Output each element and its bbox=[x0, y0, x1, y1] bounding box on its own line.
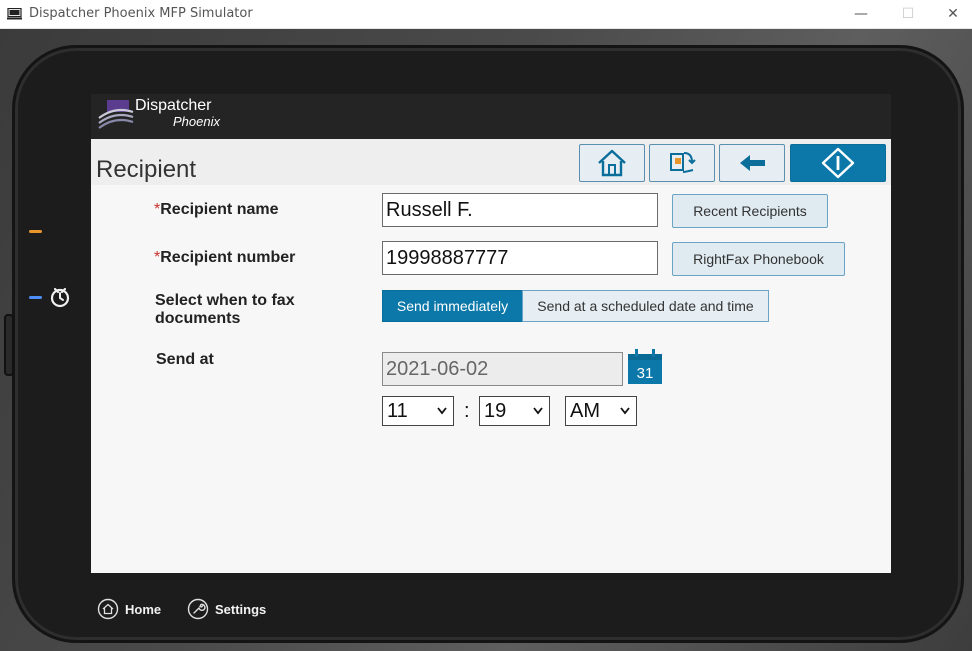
chevron-down-icon bbox=[620, 407, 630, 415]
window-title: Dispatcher Phoenix MFP Simulator bbox=[29, 6, 253, 21]
power-save-icon[interactable] bbox=[49, 286, 71, 308]
rightfax-phonebook-button[interactable]: RightFax Phonebook bbox=[672, 242, 845, 276]
swap-document-button[interactable] bbox=[649, 144, 715, 182]
device-settings-label: Settings bbox=[215, 601, 267, 617]
time-separator: : bbox=[464, 400, 470, 422]
recipient-name-label: *Recipient name bbox=[154, 201, 279, 219]
send-scheduled-option[interactable]: Send at a scheduled date and time bbox=[522, 290, 769, 322]
send-immediately-option[interactable]: Send immediately bbox=[382, 290, 523, 322]
recent-recipients-button[interactable]: Recent Recipients bbox=[672, 194, 828, 228]
status-led-orange bbox=[29, 230, 42, 233]
home-icon bbox=[598, 149, 626, 177]
minute-value: 19 bbox=[484, 400, 507, 422]
brand-name: Dispatcher bbox=[135, 97, 212, 114]
minimize-button[interactable]: — bbox=[851, 4, 871, 24]
hour-value: 11 bbox=[387, 400, 408, 422]
device-home-label: Home bbox=[125, 601, 162, 617]
back-button[interactable] bbox=[719, 144, 785, 182]
recipient-number-label: *Recipient number bbox=[154, 249, 295, 267]
send-at-label: Send at bbox=[156, 351, 214, 368]
recipient-name-input[interactable]: Russell F. bbox=[382, 193, 658, 227]
device-home-button[interactable]: Home bbox=[97, 598, 161, 620]
send-date-input[interactable]: 2021-06-02 bbox=[382, 352, 623, 386]
recipient-name-label-text: Recipient name bbox=[160, 201, 279, 218]
monitor-icon bbox=[7, 8, 22, 20]
calendar-icon[interactable]: 31 bbox=[627, 349, 663, 385]
chevron-down-icon bbox=[437, 407, 447, 415]
maximize-button[interactable]: ☐ bbox=[898, 4, 918, 24]
back-arrow-icon bbox=[740, 155, 765, 171]
minute-select[interactable]: 19 bbox=[479, 396, 550, 426]
swap-document-icon bbox=[670, 152, 696, 173]
home-icon bbox=[97, 598, 119, 620]
page-title: Recipient bbox=[96, 156, 197, 183]
hour-select[interactable]: 11 bbox=[382, 396, 454, 426]
start-icon bbox=[821, 147, 855, 179]
wrench-icon bbox=[187, 598, 209, 620]
device-screen: Dispatcher Phoenix Recipient *Recipient … bbox=[91, 94, 891, 573]
send-when-label: Select when to fax documents bbox=[155, 292, 295, 327]
chevron-down-icon bbox=[533, 407, 543, 415]
close-button[interactable]: ✕ bbox=[943, 4, 963, 24]
start-button[interactable] bbox=[790, 144, 886, 182]
app-header: Dispatcher Phoenix bbox=[91, 94, 891, 139]
title-band: Recipient bbox=[91, 139, 891, 185]
status-led-blue bbox=[29, 296, 42, 299]
window-titlebar: Dispatcher Phoenix MFP Simulator — ☐ ✕ bbox=[0, 0, 972, 29]
ampm-select[interactable]: AM bbox=[565, 396, 637, 426]
dispatcher-logo-icon bbox=[98, 100, 134, 129]
device-settings-button[interactable]: Settings bbox=[187, 598, 266, 620]
ampm-value: AM bbox=[570, 400, 600, 422]
recipient-number-input[interactable]: 19998887777 bbox=[382, 241, 658, 275]
device-side-button bbox=[4, 314, 14, 376]
calendar-day: 31 bbox=[637, 365, 654, 382]
brand-subname: Phoenix bbox=[173, 114, 220, 129]
recipient-number-label-text: Recipient number bbox=[160, 249, 296, 266]
home-button[interactable] bbox=[579, 144, 645, 182]
